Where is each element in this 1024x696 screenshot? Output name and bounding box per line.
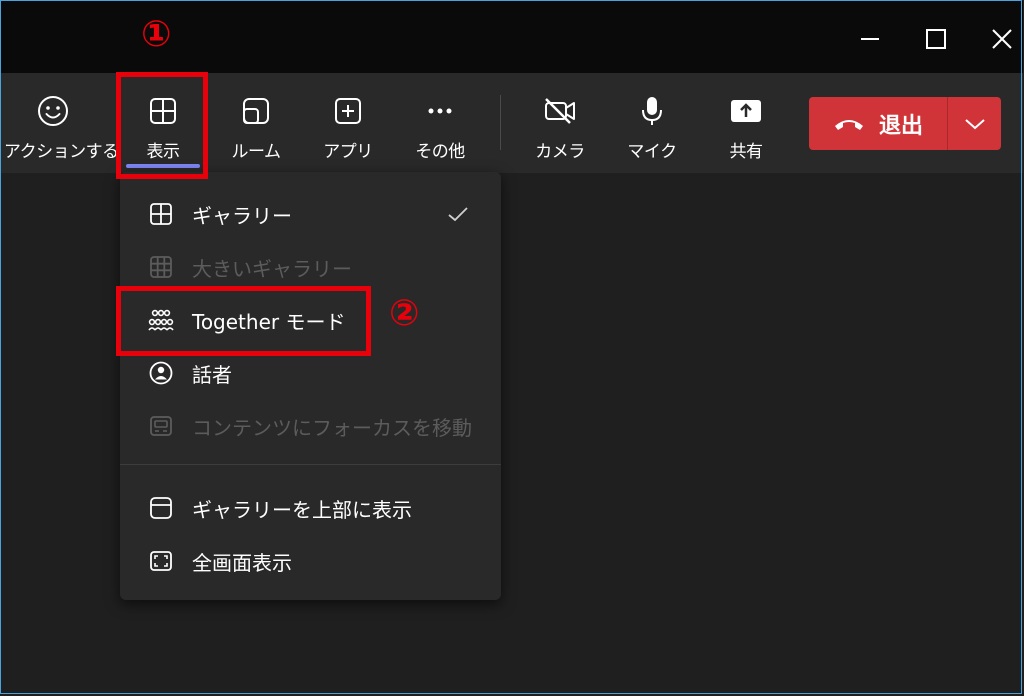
reactions-label: リアクションする [0,142,119,162]
mic-label: マイク [627,142,677,162]
checkmark-icon [448,207,468,222]
more-label: その他 [415,142,465,162]
annotation-box-2 [116,286,371,356]
smiley-icon [38,96,68,126]
menu-divider [120,464,501,465]
apps-label: アプリ [323,142,373,162]
close-icon [992,29,1012,49]
rooms-icon [243,98,269,124]
gallery-top-icon [150,497,172,519]
maximize-icon [926,29,946,49]
mic-button[interactable]: マイク [615,73,689,173]
add-app-icon [335,98,361,124]
menu-item-large-gallery: 大きいギャラリー [120,243,501,291]
minimize-button[interactable] [852,21,888,57]
grid-icon [150,203,172,225]
menu-item-label: コンテンツにフォーカスを移動 [192,415,472,440]
annotation-number-2: ② [389,293,420,334]
microphone-icon [642,97,662,125]
share-screen-icon [731,100,761,122]
minimize-icon [861,38,879,40]
maximize-button[interactable] [918,21,954,57]
menu-item-fullscreen[interactable]: 全画面表示 [120,537,501,585]
menu-item-gallery[interactable]: ギャラリー [120,190,501,238]
leave-label: 退出 [878,113,923,139]
share-button[interactable]: 共有 [709,73,783,173]
leave-button-group: 退出 [809,97,1001,150]
menu-item-label: 話者 [192,362,232,387]
menu-item-label: ギャラリー [192,203,292,228]
menu-item-label: ギャラリーを上部に表示 [192,497,412,522]
menu-item-label: 大きいギャラリー [192,256,352,281]
reactions-button[interactable]: リアクションする [0,73,119,173]
menu-item-content-focus: コンテンツにフォーカスを移動 [120,402,501,450]
camera-button[interactable]: カメラ [523,73,597,173]
leave-options-button[interactable] [948,97,1001,150]
annotation-number-1: ① [141,14,172,55]
more-dots-icon [428,108,452,114]
speaker-icon [149,361,173,385]
annotation-box-1 [116,72,208,179]
large-grid-icon [150,256,172,278]
menu-item-speaker[interactable]: 話者 [120,349,501,397]
menu-item-label: 全画面表示 [192,550,292,575]
fullscreen-icon [150,551,172,571]
rooms-label: ルーム [231,142,282,162]
close-button[interactable] [984,21,1020,57]
share-label: 共有 [729,142,764,162]
toolbar-divider [500,95,501,150]
chevron-down-icon [964,118,985,129]
camera-label: カメラ [535,142,585,162]
more-button[interactable]: その他 [403,73,477,173]
content-focus-icon [150,416,172,436]
hang-up-icon [834,119,863,130]
camera-off-icon [545,98,575,124]
rooms-button[interactable]: ルーム [219,73,293,173]
menu-item-gallery-top[interactable]: ギャラリーを上部に表示 [120,484,501,532]
apps-button[interactable]: アプリ [311,73,385,173]
view-dropdown-menu: ギャラリー 大きいギャラリー Together モード 話者 コンテンツにフォー… [120,172,501,600]
leave-button[interactable]: 退出 [809,97,947,150]
